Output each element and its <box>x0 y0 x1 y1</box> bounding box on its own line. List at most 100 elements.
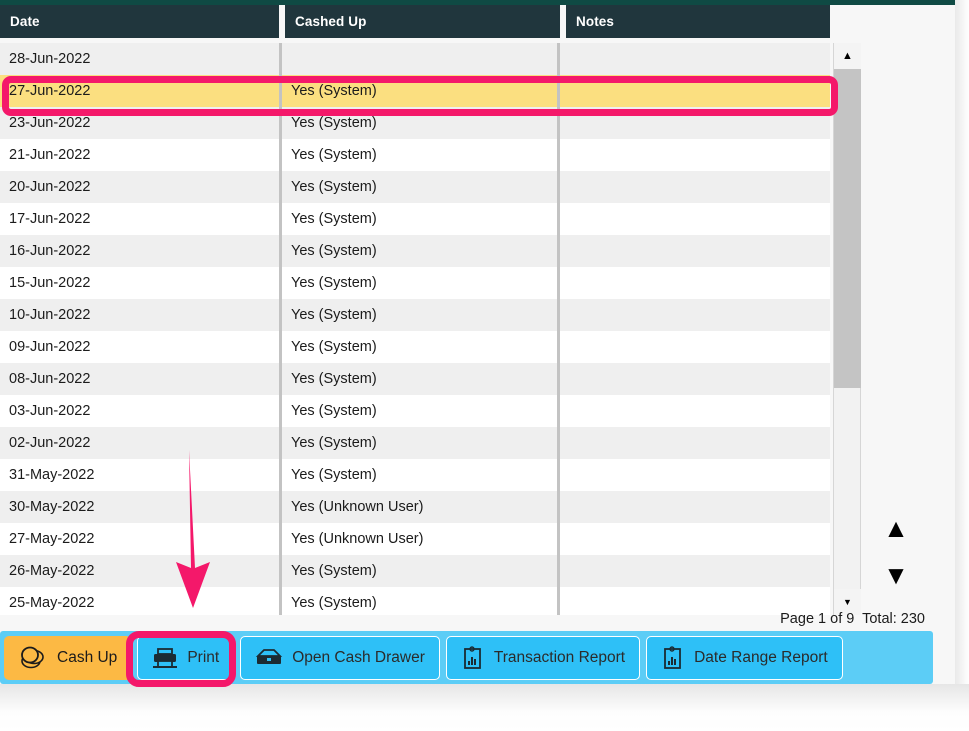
table-row[interactable]: 03-Jun-2022 Yes (System) <box>0 395 830 427</box>
cell-date: 23-Jun-2022 <box>9 115 91 131</box>
cash-up-button-label: Cash Up <box>57 648 118 666</box>
table-row[interactable]: 09-Jun-2022 Yes (System) <box>0 331 830 363</box>
coins-icon <box>18 645 48 671</box>
cell-notes <box>560 491 830 523</box>
cell-date: 31-May-2022 <box>9 467 95 483</box>
report-chart-icon <box>461 645 485 670</box>
grid-body[interactable]: 28-Jun-2022 27-Jun-2022 Yes (System) 23-Jun… <box>0 43 830 615</box>
cell-notes <box>560 555 830 587</box>
cell-cashed-up: Yes (System) <box>291 371 377 387</box>
cell-cashed-up <box>282 43 557 75</box>
cell-date: 08-Jun-2022 <box>9 371 91 387</box>
cell-date: 26-May-2022 <box>9 563 95 579</box>
cell-notes <box>560 299 830 331</box>
cell-date: 25-May-2022 <box>9 595 95 611</box>
page-up-button[interactable]: ▲ <box>878 510 914 546</box>
cell-date: 27-May-2022 <box>9 531 95 547</box>
page-info-label: Page 1 of 9 Total: 230 <box>780 611 925 627</box>
table-row[interactable]: 30-May-2022 Yes (Unknown User) <box>0 491 830 523</box>
cell-cashed-up: Yes (System) <box>291 307 377 323</box>
date-range-report-label: Date Range Report <box>694 648 828 666</box>
cell-date: 02-Jun-2022 <box>9 435 91 451</box>
cell-notes <box>560 43 830 75</box>
cell-cashed-up: Yes (System) <box>291 243 377 259</box>
cell-cashed-up: Yes (System) <box>291 435 377 451</box>
scroll-up-button[interactable]: ▲ <box>834 43 861 69</box>
table-row[interactable]: 26-May-2022 Yes (System) <box>0 555 830 587</box>
cell-cashed-up: Yes (Unknown User) <box>291 531 424 547</box>
cell-notes <box>560 427 830 459</box>
table-row[interactable]: 10-Jun-2022 Yes (System) <box>0 299 830 331</box>
open-cash-drawer-button[interactable]: Open Cash Drawer <box>240 635 440 680</box>
cash-drawer-icon <box>255 647 283 669</box>
cell-notes <box>560 363 830 395</box>
table-row[interactable]: 27-Jun-2022 Yes (System) <box>0 75 830 107</box>
table-row[interactable]: 16-Jun-2022 Yes (System) <box>0 235 830 267</box>
column-header-date[interactable]: Date <box>0 5 279 38</box>
cell-date: 17-Jun-2022 <box>9 211 91 227</box>
cell-notes <box>560 331 830 363</box>
cell-notes <box>560 395 830 427</box>
cell-cashed-up: Yes (System) <box>291 83 377 99</box>
table-row[interactable]: 28-Jun-2022 <box>0 43 830 75</box>
cell-date: 30-May-2022 <box>9 499 95 515</box>
cell-cashed-up: Yes (System) <box>291 147 377 163</box>
cell-cashed-up: Yes (System) <box>291 275 377 291</box>
cell-notes <box>560 75 830 107</box>
cell-cashed-up: Yes (System) <box>291 179 377 195</box>
column-header-notes[interactable]: Notes <box>566 5 830 38</box>
cash-up-button[interactable]: Cash Up <box>4 635 132 680</box>
cell-date: 20-Jun-2022 <box>9 179 91 195</box>
cell-date: 16-Jun-2022 <box>9 243 91 259</box>
print-button-label: Print <box>187 648 220 666</box>
scrollbar-thumb[interactable] <box>834 69 861 388</box>
cash-up-screen: Date Cashed Up Notes 28-Jun-2022 27-Jun-2… <box>0 0 969 731</box>
table-row[interactable]: 27-May-2022 Yes (Unknown User) <box>0 523 830 555</box>
table-row[interactable]: 23-Jun-2022 Yes (System) <box>0 107 830 139</box>
cash-up-grid-panel: Date Cashed Up Notes 28-Jun-2022 27-Jun-2… <box>0 5 955 684</box>
table-row[interactable]: 17-Jun-2022 Yes (System) <box>0 203 830 235</box>
cell-cashed-up: Yes (System) <box>291 403 377 419</box>
table-row[interactable]: 31-May-2022 Yes (System) <box>0 459 830 491</box>
cell-notes <box>560 459 830 491</box>
grid-header-row: Date Cashed Up Notes <box>0 5 830 38</box>
cell-cashed-up: Yes (System) <box>291 211 377 227</box>
cell-notes <box>560 203 830 235</box>
table-row[interactable]: 20-Jun-2022 Yes (System) <box>0 171 830 203</box>
page-backdrop-bottom <box>0 684 969 731</box>
table-row[interactable]: 02-Jun-2022 Yes (System) <box>0 427 830 459</box>
column-header-cashed-up[interactable]: Cashed Up <box>285 5 560 38</box>
cell-date: 15-Jun-2022 <box>9 275 91 291</box>
cell-notes <box>560 235 830 267</box>
page-down-button[interactable]: ▼ <box>878 557 914 593</box>
report-chart-icon <box>661 645 685 670</box>
cell-date: 27-Jun-2022 <box>9 83 91 99</box>
cell-notes <box>560 171 830 203</box>
cell-cashed-up: Yes (System) <box>291 339 377 355</box>
cell-date: 21-Jun-2022 <box>9 147 91 163</box>
cell-notes <box>560 107 830 139</box>
cell-date: 10-Jun-2022 <box>9 307 91 323</box>
cell-cashed-up: Yes (System) <box>291 563 377 579</box>
cell-cashed-up: Yes (System) <box>291 115 377 131</box>
transaction-report-button[interactable]: Transaction Report <box>445 635 641 680</box>
grid-vertical-scrollbar[interactable]: ▲ ▼ <box>833 43 861 615</box>
bottom-toolbar: Cash Up Print Open Cash Drawer Transacti… <box>0 631 933 684</box>
cell-notes <box>560 139 830 171</box>
open-cash-drawer-label: Open Cash Drawer <box>292 648 425 666</box>
print-button[interactable]: Print <box>137 635 235 680</box>
table-row[interactable]: 25-May-2022 Yes (System) <box>0 587 830 615</box>
table-row[interactable]: 08-Jun-2022 Yes (System) <box>0 363 830 395</box>
date-range-report-button[interactable]: Date Range Report <box>646 635 843 680</box>
cell-notes <box>560 267 830 299</box>
cell-date: 09-Jun-2022 <box>9 339 91 355</box>
table-row[interactable]: 15-Jun-2022 Yes (System) <box>0 267 830 299</box>
page-backdrop-right <box>955 0 969 731</box>
cell-cashed-up: Yes (System) <box>291 595 377 611</box>
cell-notes <box>560 523 830 555</box>
table-row[interactable]: 21-Jun-2022 Yes (System) <box>0 139 830 171</box>
cell-date: 03-Jun-2022 <box>9 403 91 419</box>
cell-cashed-up: Yes (System) <box>291 467 377 483</box>
printer-icon <box>152 647 178 669</box>
cell-cashed-up: Yes (Unknown User) <box>291 499 424 515</box>
